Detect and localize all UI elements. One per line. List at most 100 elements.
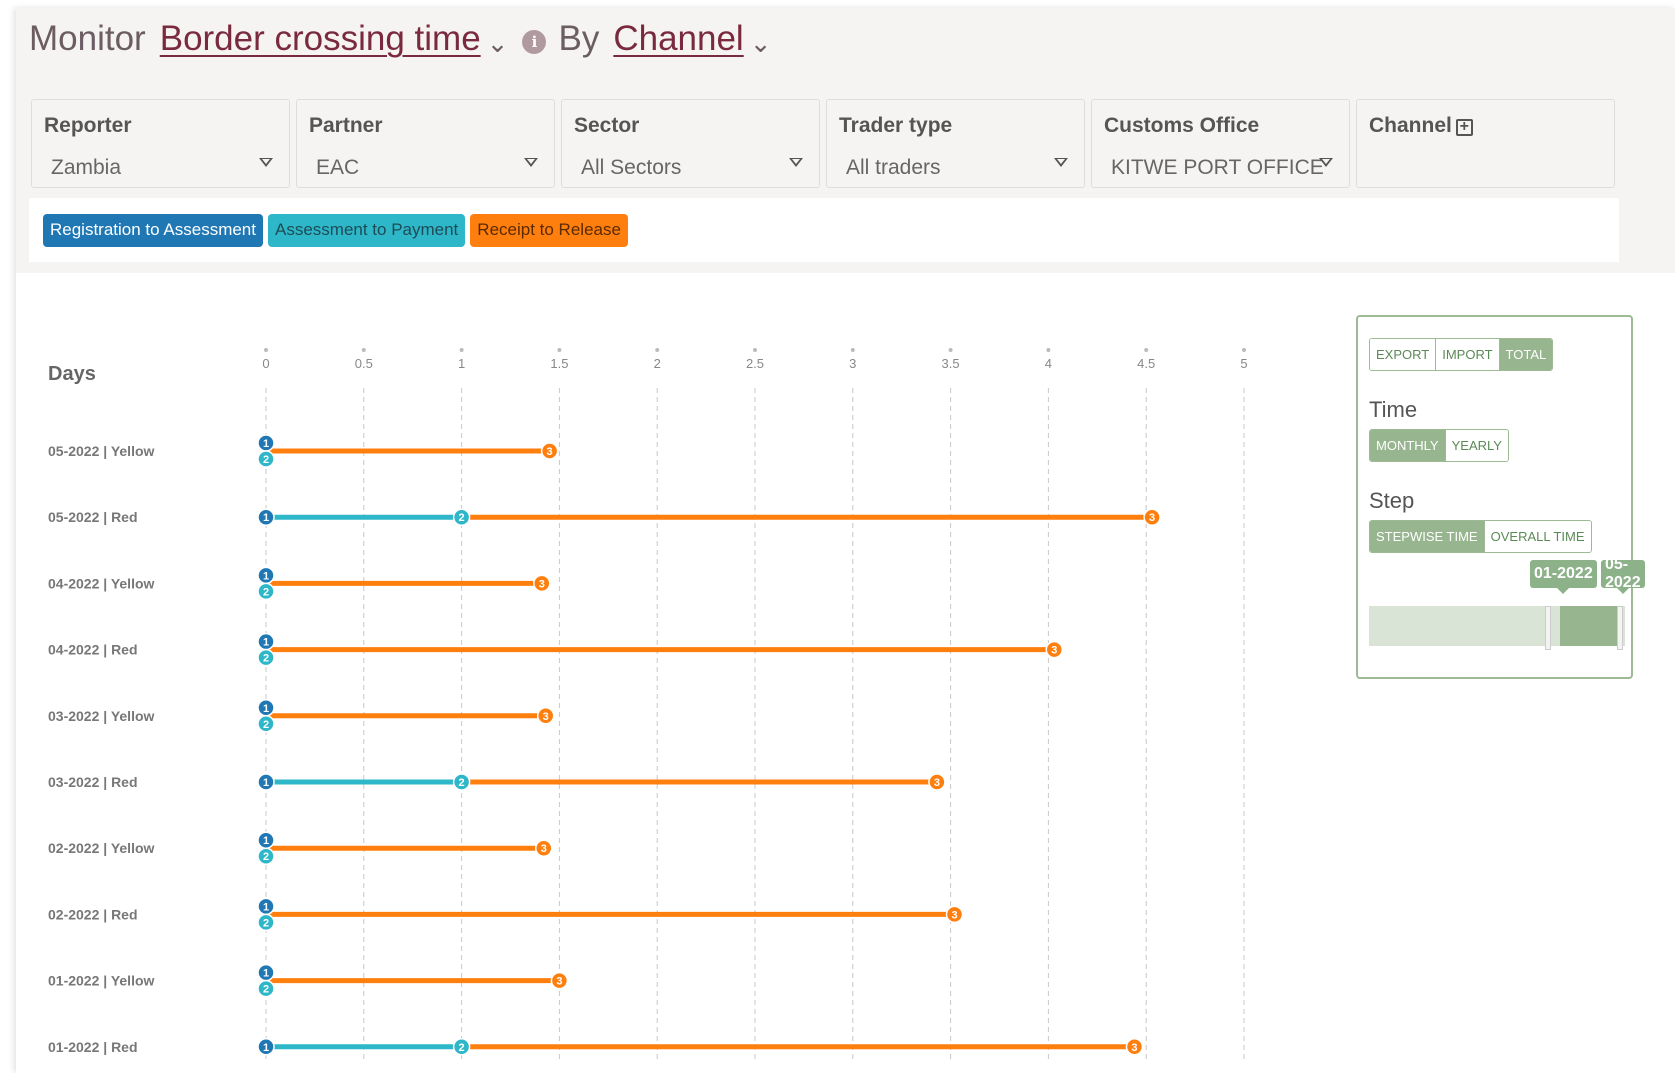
range-end-handle[interactable] bbox=[1617, 606, 1623, 650]
filter-value: Zambia bbox=[51, 156, 122, 179]
by-label: By bbox=[558, 19, 600, 58]
page: Monitor Border crossing time ⌄ i By Chan… bbox=[16, 8, 1675, 1073]
filter-value: EAC bbox=[316, 156, 360, 179]
point-marker-label: 1 bbox=[263, 1042, 269, 1054]
reporter-filter[interactable]: Reporter Zambia bbox=[31, 99, 290, 188]
caret-down-icon[interactable] bbox=[1319, 158, 1333, 167]
filter-label: Partner bbox=[309, 114, 383, 137]
caret-down-icon[interactable] bbox=[789, 158, 803, 167]
row-label: 01-2022 | Yellow bbox=[48, 973, 155, 989]
point-marker-label: 1 bbox=[263, 968, 269, 980]
x-tick-dot bbox=[361, 348, 366, 352]
customs-office-filter[interactable]: Customs Office KITWE PORT OFFICE bbox=[1091, 99, 1350, 188]
x-tick-dot bbox=[850, 348, 855, 352]
point-marker-label: 2 bbox=[459, 1042, 465, 1054]
row-label: 03-2022 | Red bbox=[48, 774, 138, 790]
point-marker-label: 2 bbox=[263, 586, 269, 598]
point-marker-label: 3 bbox=[1131, 1042, 1137, 1054]
point-marker-label: 1 bbox=[263, 512, 269, 524]
x-tick-label: 0.5 bbox=[355, 356, 373, 371]
row-label: 04-2022 | Yellow bbox=[48, 575, 155, 591]
point-marker-label: 2 bbox=[263, 454, 269, 466]
filter-value: KITWE PORT OFFICE bbox=[1111, 156, 1324, 179]
trader-type-filter[interactable]: Trader type All traders bbox=[826, 99, 1085, 188]
range-start-tooltip: 01-2022 bbox=[1530, 560, 1597, 594]
date-range-slider[interactable] bbox=[1369, 606, 1625, 650]
export-button[interactable]: EXPORT bbox=[1370, 339, 1436, 370]
range-end-tooltip: 05-2022 bbox=[1601, 556, 1645, 594]
caret-down-icon[interactable] bbox=[1054, 158, 1068, 167]
range-start-handle[interactable] bbox=[1545, 606, 1551, 650]
step-heading: Step bbox=[1369, 488, 1415, 513]
x-tick-dot bbox=[948, 348, 953, 352]
legend-receipt-to-release[interactable]: Receipt to Release bbox=[470, 213, 628, 247]
x-tick-label: 3 bbox=[849, 356, 856, 371]
chevron-down-icon[interactable]: ⌄ bbox=[750, 28, 772, 59]
yearly-button[interactable]: YEARLY bbox=[1444, 430, 1508, 461]
total-button[interactable]: TOTAL bbox=[1498, 339, 1553, 370]
filter-value: All Sectors bbox=[581, 156, 682, 179]
row-label: 02-2022 | Yellow bbox=[48, 840, 155, 856]
dimension-selector[interactable]: Channel bbox=[613, 19, 743, 59]
point-marker-label: 3 bbox=[539, 578, 545, 590]
x-tick-dot bbox=[655, 348, 660, 352]
x-tick-label: 2.5 bbox=[746, 356, 764, 371]
point-marker-label: 3 bbox=[951, 909, 957, 921]
point-marker-label: 2 bbox=[459, 777, 465, 789]
point-marker-label: 2 bbox=[263, 984, 269, 996]
point-marker-label: 2 bbox=[263, 653, 269, 665]
step-toggle: STEPWISE TIME OVERALL TIME bbox=[1369, 520, 1592, 553]
point-marker-label: 3 bbox=[1051, 645, 1057, 657]
point-marker-label: 3 bbox=[934, 777, 940, 789]
point-marker-label: 2 bbox=[459, 512, 465, 524]
point-marker-label: 1 bbox=[263, 777, 269, 789]
row-label: 03-2022 | Yellow bbox=[48, 708, 155, 724]
x-tick-label: 3.5 bbox=[942, 356, 960, 371]
chevron-down-icon[interactable]: ⌄ bbox=[487, 28, 509, 59]
time-toggle: MONTHLY YEARLY bbox=[1369, 429, 1509, 462]
dumbbell-chart: Days 0 0.5 1 1.5 2 2.5 3 3.5 4 4.5 5 05-2022 | Yello… bbox=[48, 348, 1248, 1063]
stepwise-time-button[interactable]: STEPWISE TIME bbox=[1370, 521, 1484, 552]
caret-down-icon[interactable] bbox=[259, 158, 273, 167]
indicator-selector[interactable]: Border crossing time bbox=[160, 19, 481, 59]
x-tick-label: 4.5 bbox=[1137, 356, 1155, 371]
monitor-label: Monitor bbox=[29, 19, 146, 58]
point-marker-label: 2 bbox=[263, 917, 269, 929]
point-marker-label: 2 bbox=[263, 719, 269, 731]
import-button[interactable]: IMPORT bbox=[1435, 339, 1499, 370]
flow-toggle: EXPORT IMPORT TOTAL bbox=[1369, 338, 1554, 371]
x-tick-label: 4 bbox=[1045, 356, 1052, 371]
monthly-button[interactable]: MONTHLY bbox=[1370, 430, 1445, 461]
point-marker-label: 3 bbox=[541, 843, 547, 855]
date-range-selection[interactable] bbox=[1560, 606, 1623, 646]
channel-filter[interactable]: Channel + bbox=[1356, 99, 1615, 188]
caret-down-icon[interactable] bbox=[524, 158, 538, 167]
filter-label: Channel + bbox=[1369, 114, 1602, 138]
x-tick-dot bbox=[1144, 348, 1149, 352]
point-marker-label: 1 bbox=[263, 901, 269, 913]
sector-filter[interactable]: Sector All Sectors bbox=[561, 99, 820, 188]
expand-icon[interactable]: + bbox=[1455, 119, 1473, 136]
filter-label: Sector bbox=[574, 114, 640, 137]
filter-bar: Reporter Zambia Partner EAC Sector All S… bbox=[31, 99, 1615, 188]
row-label: 05-2022 | Yellow bbox=[48, 443, 155, 459]
point-marker-label: 2 bbox=[263, 851, 269, 863]
x-tick-label: 1 bbox=[458, 356, 465, 371]
legend-bar: Registration to Assessment Assessment to… bbox=[29, 198, 1619, 262]
x-tick-label: 5 bbox=[1240, 356, 1247, 371]
point-marker-label: 3 bbox=[556, 976, 562, 988]
x-tick-label: 0 bbox=[262, 356, 269, 371]
x-tick-dot bbox=[1046, 348, 1051, 352]
point-marker-label: 1 bbox=[263, 438, 269, 450]
legend-assessment-to-payment[interactable]: Assessment to Payment bbox=[267, 213, 466, 247]
row-label: 01-2022 | Red bbox=[48, 1039, 138, 1055]
legend-registration-to-assessment[interactable]: Registration to Assessment bbox=[43, 213, 263, 247]
point-marker-label: 1 bbox=[263, 637, 269, 649]
x-tick-label: 1.5 bbox=[550, 356, 568, 371]
partner-filter[interactable]: Partner EAC bbox=[296, 99, 555, 188]
filter-label: Customs Office bbox=[1104, 114, 1260, 137]
overall-time-button[interactable]: OVERALL TIME bbox=[1483, 521, 1591, 552]
info-icon[interactable]: i bbox=[522, 30, 547, 54]
point-marker-label: 3 bbox=[543, 711, 549, 723]
filter-value: All traders bbox=[846, 156, 941, 179]
